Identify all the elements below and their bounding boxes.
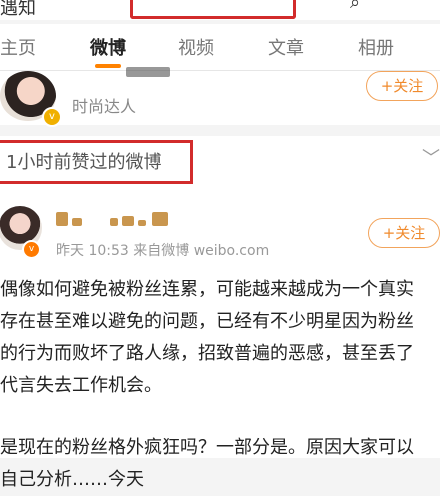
post-body: 偶像如何避免被粉丝连累，可能越来越成为一个真实 存在甚至难以避免的问题，已经有不… <box>0 274 440 496</box>
verified-badge-icon: v <box>22 240 41 259</box>
tab-articles[interactable]: 文章 <box>268 34 304 60</box>
chevron-down-icon[interactable]: ﹀ <box>422 144 440 170</box>
liked-section-header: 1小时前赞过的微博 ﹀ <box>0 136 440 196</box>
active-tab-indicator <box>95 64 121 68</box>
liked-user-card: v 时尚达人 +关注 <box>0 67 440 127</box>
tab-video[interactable]: 视频 <box>178 34 214 60</box>
user-subtitle: 时尚达人 <box>72 97 137 116</box>
post-line: 的行为而败坏了路人缘，招致普遍的恶感，甚至丢了 <box>0 343 414 364</box>
weibo-post: v 昨天 10:53 来自微博 weibo.com +关注 偶像如何避免被粉丝连… <box>0 196 440 490</box>
tab-weibo[interactable]: 微博 <box>90 34 126 60</box>
post-line: 代言失去工作机会。 <box>0 375 162 396</box>
follow-button[interactable]: +关注 <box>368 218 440 248</box>
search-box[interactable] <box>130 0 296 19</box>
post-line: 是现在的粉丝格外疯狂吗？一部分是。原因大家可以 <box>0 437 414 458</box>
top-left-text: 遇知 <box>0 0 36 19</box>
redacted-username <box>126 67 170 77</box>
post-line <box>0 402 440 432</box>
verified-badge-icon: v <box>42 107 62 127</box>
profile-tabs: 主页 微博 视频 文章 相册 <box>0 24 440 71</box>
top-bar: 遇知 ⌕ <box>0 0 440 20</box>
tab-albums[interactable]: 相册 <box>358 34 394 60</box>
tab-home[interactable]: 主页 <box>0 34 36 60</box>
post-line: 存在甚至难以避免的问题，已经有不少明星因为粉丝 <box>0 311 414 332</box>
redacted-username <box>56 212 172 226</box>
section-title: 1小时前赞过的微博 <box>6 152 162 173</box>
follow-button[interactable]: +关注 <box>366 71 438 101</box>
post-meta: 昨天 10:53 来自微博 weibo.com <box>56 243 270 259</box>
search-icon[interactable]: ⌕ <box>350 0 360 13</box>
post-line: 自己分析……今天 <box>0 469 144 490</box>
post-line: 偶像如何避免被粉丝连累，可能越来越成为一个真实 <box>0 279 414 300</box>
